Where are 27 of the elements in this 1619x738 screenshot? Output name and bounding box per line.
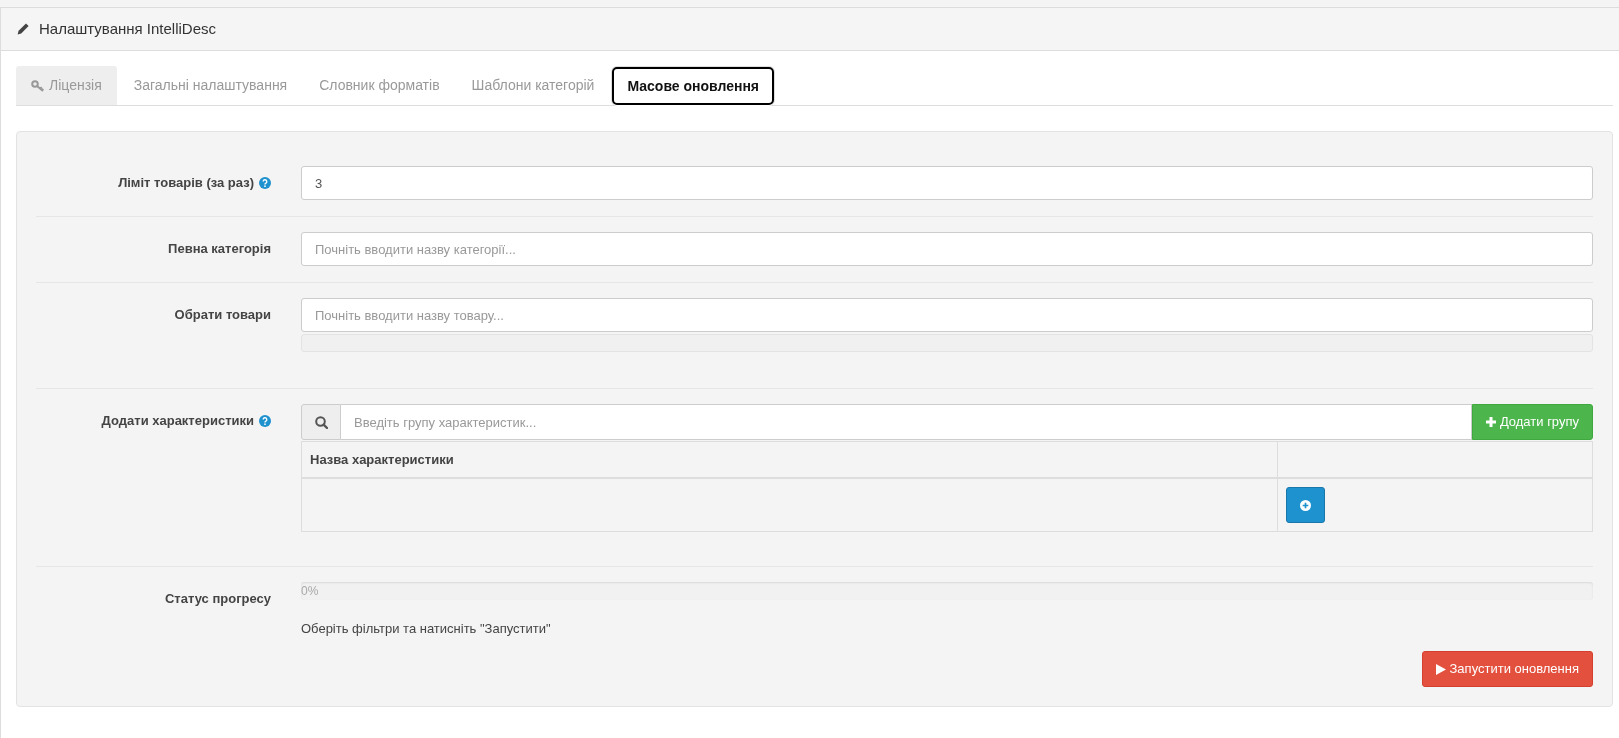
field-label: Певна категорія [168,240,271,258]
pencil-icon [17,23,29,35]
search-icon [314,415,328,429]
status-message: Оберіть фільтри та натисніть "Запустити" [301,620,552,638]
panel-title: Налаштування IntelliDesc [39,19,217,39]
text-input[interactable]: 3 [301,166,1593,200]
text-input[interactable]: Почніть вводити назву категорії... [301,232,1593,266]
tab[interactable]: Загальні налаштування [118,66,303,105]
tab[interactable]: Шаблони категорій [456,66,610,105]
key-icon [31,79,44,92]
start-update-button[interactable]: Запустити оновлення [1421,651,1593,687]
field-label: Обрати товари [174,306,271,324]
play-icon [1435,663,1446,675]
add-group-button[interactable]: Додати групу [1471,404,1593,440]
autocomplete-input[interactable]: Почніть вводити назву товару... [301,298,1593,332]
field-label: Додати характеристики [101,412,254,430]
search-input[interactable]: Введіть групу характеристик... [341,404,1472,440]
tab[interactable]: Словник форматів [304,66,455,105]
field-label: Статус прогресу [164,590,271,608]
tab[interactable]: Масове оновлення [611,66,776,106]
tab[interactable]: Ліцензія [16,66,117,105]
add-row-button[interactable] [1286,487,1325,523]
progress-label: 0% [301,583,319,600]
plus-circle-icon [1300,499,1311,511]
field-label: Ліміт товарів (за раз) [118,174,254,192]
column-header: Назва характеристики [309,450,455,469]
plus-icon [1485,417,1496,427]
